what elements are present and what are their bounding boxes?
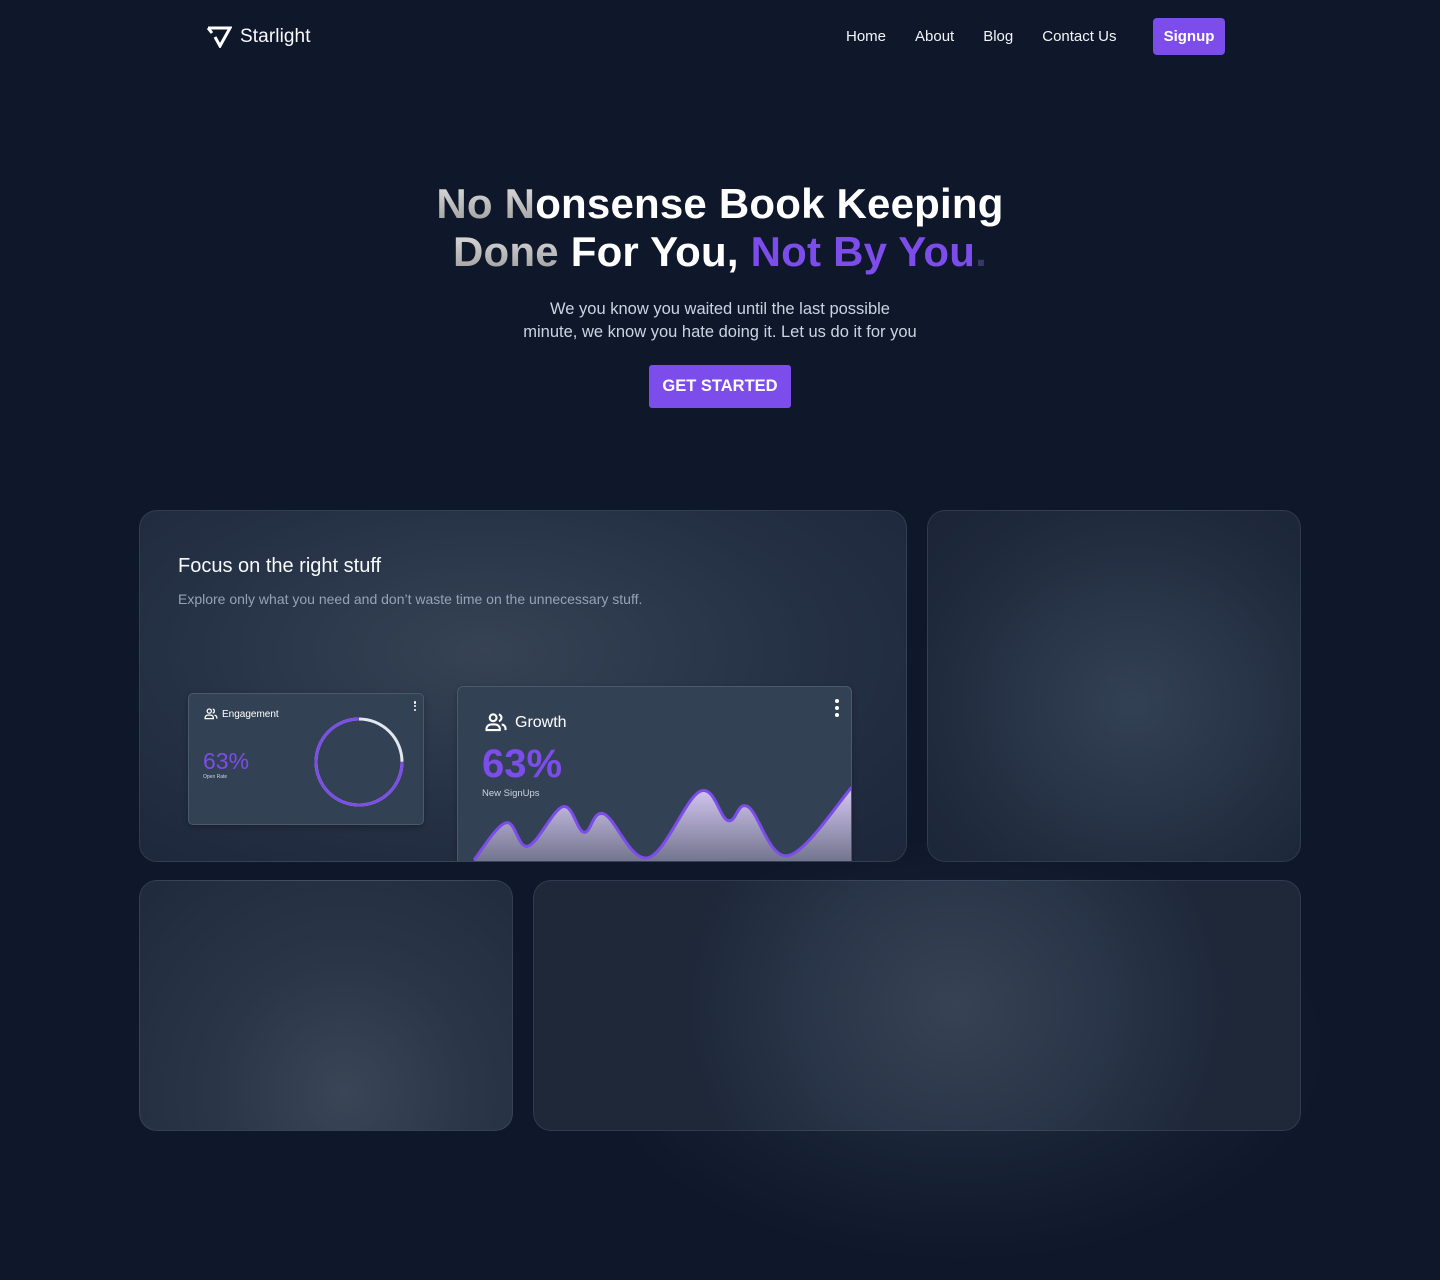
more-options-icon[interactable] [835,699,839,717]
brand-name: Starlight [240,26,311,47]
brand[interactable]: Starlight [206,26,311,48]
hero-title-part: For You, [558,228,751,275]
hero-title: No Nonsense Book Keeping Done For You, N… [0,180,1440,276]
feature-card-title: Focus on the right stuff [178,555,382,577]
engagement-value: 63% [203,748,250,774]
engagement-header: Engagement [204,708,279,720]
hero-title-accent: Not By You [750,228,976,275]
users-icon [485,713,507,732]
hero-title-part: onsense Book Keeping [535,180,1004,227]
hero-title-dot: . [975,228,987,275]
navbar: Starlight Home About Blog Contact Us Sig… [0,0,1440,74]
users-icon [204,708,218,720]
engagement-label: Open Rate [203,774,228,780]
feature-card-placeholder [927,510,1301,862]
check-triangle-icon [206,26,232,48]
growth-label: New SignUps [482,788,540,799]
hero: No Nonsense Book Keeping Done For You, N… [0,180,1440,408]
growth-value: 63% [482,742,563,786]
hero-subtitle-line: We you know you waited until the last po… [550,300,890,318]
nav-link-contact[interactable]: Contact Us [1042,28,1116,45]
nav-link-about[interactable]: About [915,28,954,45]
hero-subtitle-line: minute, we know you hate doing it. Let u… [523,323,917,341]
get-started-button[interactable]: GET STARTED [649,365,791,408]
engagement-ring [314,717,404,807]
growth-title: Growth [515,713,567,731]
engagement-widget: Engagement 63% Open Rate [188,693,424,825]
nav-link-blog[interactable]: Blog [983,28,1013,45]
hero-title-part: No N [436,180,536,227]
nav-links: Home About Blog Contact Us [846,28,1145,45]
nav-link-home[interactable]: Home [846,28,886,45]
feature-card: Focus on the right stuff Explore only wh… [139,510,907,862]
feature-card-subtitle: Explore only what you need and don’t was… [178,591,643,607]
hero-title-part: Done [453,228,559,275]
growth-widget: Growth 63% New SignUps [457,686,852,861]
growth-header: Growth [484,713,567,732]
engagement-title: Engagement [222,708,279,720]
feature-card-placeholder [533,880,1301,1131]
feature-card-placeholder [139,880,513,1131]
signup-button[interactable]: Signup [1153,18,1225,55]
more-options-icon[interactable] [413,701,416,711]
hero-subtitle: We you know you waited until the last po… [0,298,1440,344]
